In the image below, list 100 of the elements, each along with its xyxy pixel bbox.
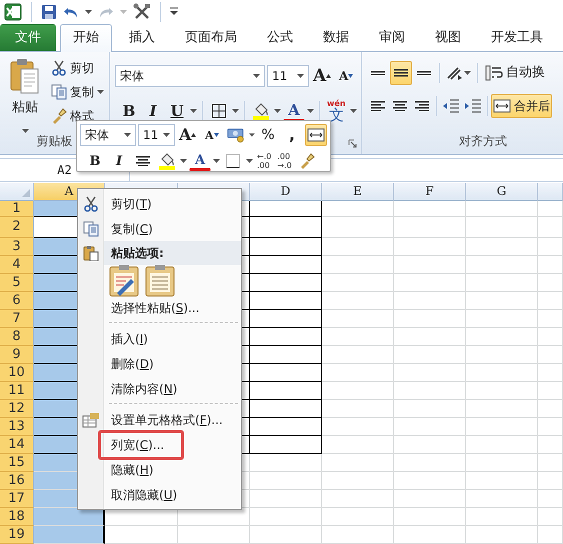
menu-item[interactable]: 设置单元格格式(F)...	[78, 407, 241, 432]
ribbon-tab[interactable]: 开发工具	[478, 24, 556, 51]
ribbon-tab[interactable]: 插入	[116, 24, 168, 51]
ribbon-tab[interactable]: 数据	[310, 24, 362, 51]
tools-icon[interactable]	[133, 3, 151, 21]
ribbon-tab[interactable]: 开始	[60, 24, 112, 52]
ribbon-tab[interactable]: 视图	[422, 24, 474, 51]
column-header[interactable]: G	[466, 183, 538, 201]
bold-button[interactable]: B	[118, 99, 140, 123]
ribbon-tab[interactable]: 公式	[254, 24, 306, 51]
ribbon-tab[interactable]: 审阅	[366, 24, 418, 51]
table-cell[interactable]	[250, 256, 322, 274]
caret-icon	[249, 133, 255, 137]
file-tab[interactable]: 文件	[0, 24, 56, 51]
underline-button[interactable]: U	[166, 99, 188, 123]
borders-icon[interactable]	[211, 103, 227, 119]
italic-button[interactable]: I	[142, 99, 164, 123]
table-cell[interactable]	[250, 201, 322, 217]
caret-icon	[190, 109, 197, 113]
paste-values-icon[interactable]	[145, 263, 175, 297]
row-header[interactable]: 3	[0, 238, 34, 256]
row-header[interactable]: 17	[0, 490, 34, 508]
decrease-decimal-button[interactable]: .00 →.0	[275, 152, 294, 170]
menu-item[interactable]: 复制(C)	[78, 216, 241, 241]
phonetic-button[interactable]: wén 文	[325, 99, 348, 123]
clipboard-icon[interactable]	[10, 58, 40, 94]
menu-item[interactable]: 列宽(C)...	[78, 432, 241, 457]
paste-formatting-icon[interactable]	[109, 263, 139, 297]
increase-decimal-button[interactable]: ←.0 .00	[255, 152, 274, 170]
row-header[interactable]: 12	[0, 400, 34, 418]
row-header[interactable]: 2	[0, 217, 34, 238]
save-icon[interactable]	[41, 4, 57, 20]
indent-icon	[464, 98, 482, 114]
font-color-button[interactable]: A	[189, 151, 211, 171]
row-header[interactable]: 6	[0, 292, 34, 310]
fill-color-button[interactable]	[156, 151, 178, 171]
table-cell[interactable]	[34, 508, 105, 526]
row-header[interactable]: 11	[0, 382, 34, 400]
row-header[interactable]: 10	[0, 364, 34, 382]
percent-button[interactable]: %	[257, 124, 279, 146]
shrink-font-button[interactable]: A	[200, 124, 223, 146]
row-header[interactable]: 13	[0, 418, 34, 436]
merge-center-button[interactable]	[305, 124, 327, 146]
column-header[interactable]	[538, 183, 563, 201]
font-name-dropdown[interactable]: 宋体	[115, 65, 265, 87]
grow-font-button[interactable]: A	[176, 124, 199, 146]
table-cell[interactable]	[250, 346, 322, 364]
cut-button[interactable]: 剪切	[48, 58, 107, 78]
undo-icon[interactable]	[63, 5, 79, 19]
font-size-dropdown[interactable]: 11	[138, 124, 175, 146]
table-cell[interactable]	[250, 400, 322, 418]
middle-align-button[interactable]	[390, 61, 412, 85]
corner-header[interactable]	[0, 183, 34, 201]
menu-item[interactable]: 取消隐藏(U)	[78, 482, 241, 507]
merge-center-button[interactable]: 合并后	[491, 94, 552, 118]
row-header[interactable]: 7	[0, 310, 34, 328]
menu-item[interactable]: 清除内容(N)	[78, 376, 241, 401]
column-header[interactable]: D	[250, 183, 322, 201]
dialog-launcher-icon[interactable]	[348, 139, 357, 148]
row-header[interactable]: 8	[0, 328, 34, 346]
table-cell[interactable]	[250, 418, 322, 436]
spreadsheet-app-icon[interactable]	[4, 3, 22, 21]
table-cell[interactable]	[250, 238, 322, 256]
select-all-icon[interactable]	[22, 189, 30, 197]
menu-item[interactable]: 选择性粘贴(S)...	[78, 295, 241, 320]
font-size-dropdown[interactable]: 11	[267, 65, 309, 87]
grow-font-button[interactable]: A	[311, 64, 334, 88]
comma-button[interactable]: ,	[281, 124, 303, 146]
table-cell[interactable]	[250, 364, 322, 382]
group-label: 剪贴板	[36, 134, 72, 148]
menu-item[interactable]: 删除(D)	[78, 351, 241, 376]
column-header[interactable]: E	[322, 183, 394, 201]
table-cell[interactable]	[250, 310, 322, 328]
row-header[interactable]: 9	[0, 346, 34, 364]
table-cell[interactable]	[250, 292, 322, 310]
row-header[interactable]: 15	[0, 454, 34, 472]
table-cell[interactable]	[250, 382, 322, 400]
table-cell[interactable]	[250, 217, 322, 238]
row-header[interactable]: 19	[0, 526, 34, 544]
align-lines-icon	[417, 70, 431, 76]
row-header[interactable]: 14	[0, 436, 34, 454]
customize-toolbar-icon[interactable]	[170, 7, 178, 17]
align-lines-icon	[371, 70, 385, 76]
shrink-font-button[interactable]: A	[335, 64, 358, 88]
copy-button[interactable]: 复制	[48, 82, 107, 102]
menu-item[interactable]: 插入(I)	[78, 326, 241, 351]
menu-item[interactable]: 隐藏(H)	[78, 457, 241, 482]
row-header[interactable]: 5	[0, 274, 34, 292]
font-name-dropdown[interactable]: 宋体	[80, 124, 136, 146]
table-cell[interactable]	[250, 274, 322, 292]
table-cell[interactable]	[250, 328, 322, 346]
wrap-text-button[interactable]: 自动换	[482, 63, 548, 83]
table-cell[interactable]	[250, 436, 322, 454]
column-header[interactable]: F	[394, 183, 466, 201]
row-header[interactable]: 4	[0, 256, 34, 274]
row-header[interactable]: 18	[0, 508, 34, 526]
row-header[interactable]: 1	[0, 201, 34, 217]
ribbon-tab[interactable]: 页面布局	[172, 24, 250, 51]
row-header[interactable]: 16	[0, 472, 34, 490]
table-cell[interactable]	[34, 526, 105, 544]
